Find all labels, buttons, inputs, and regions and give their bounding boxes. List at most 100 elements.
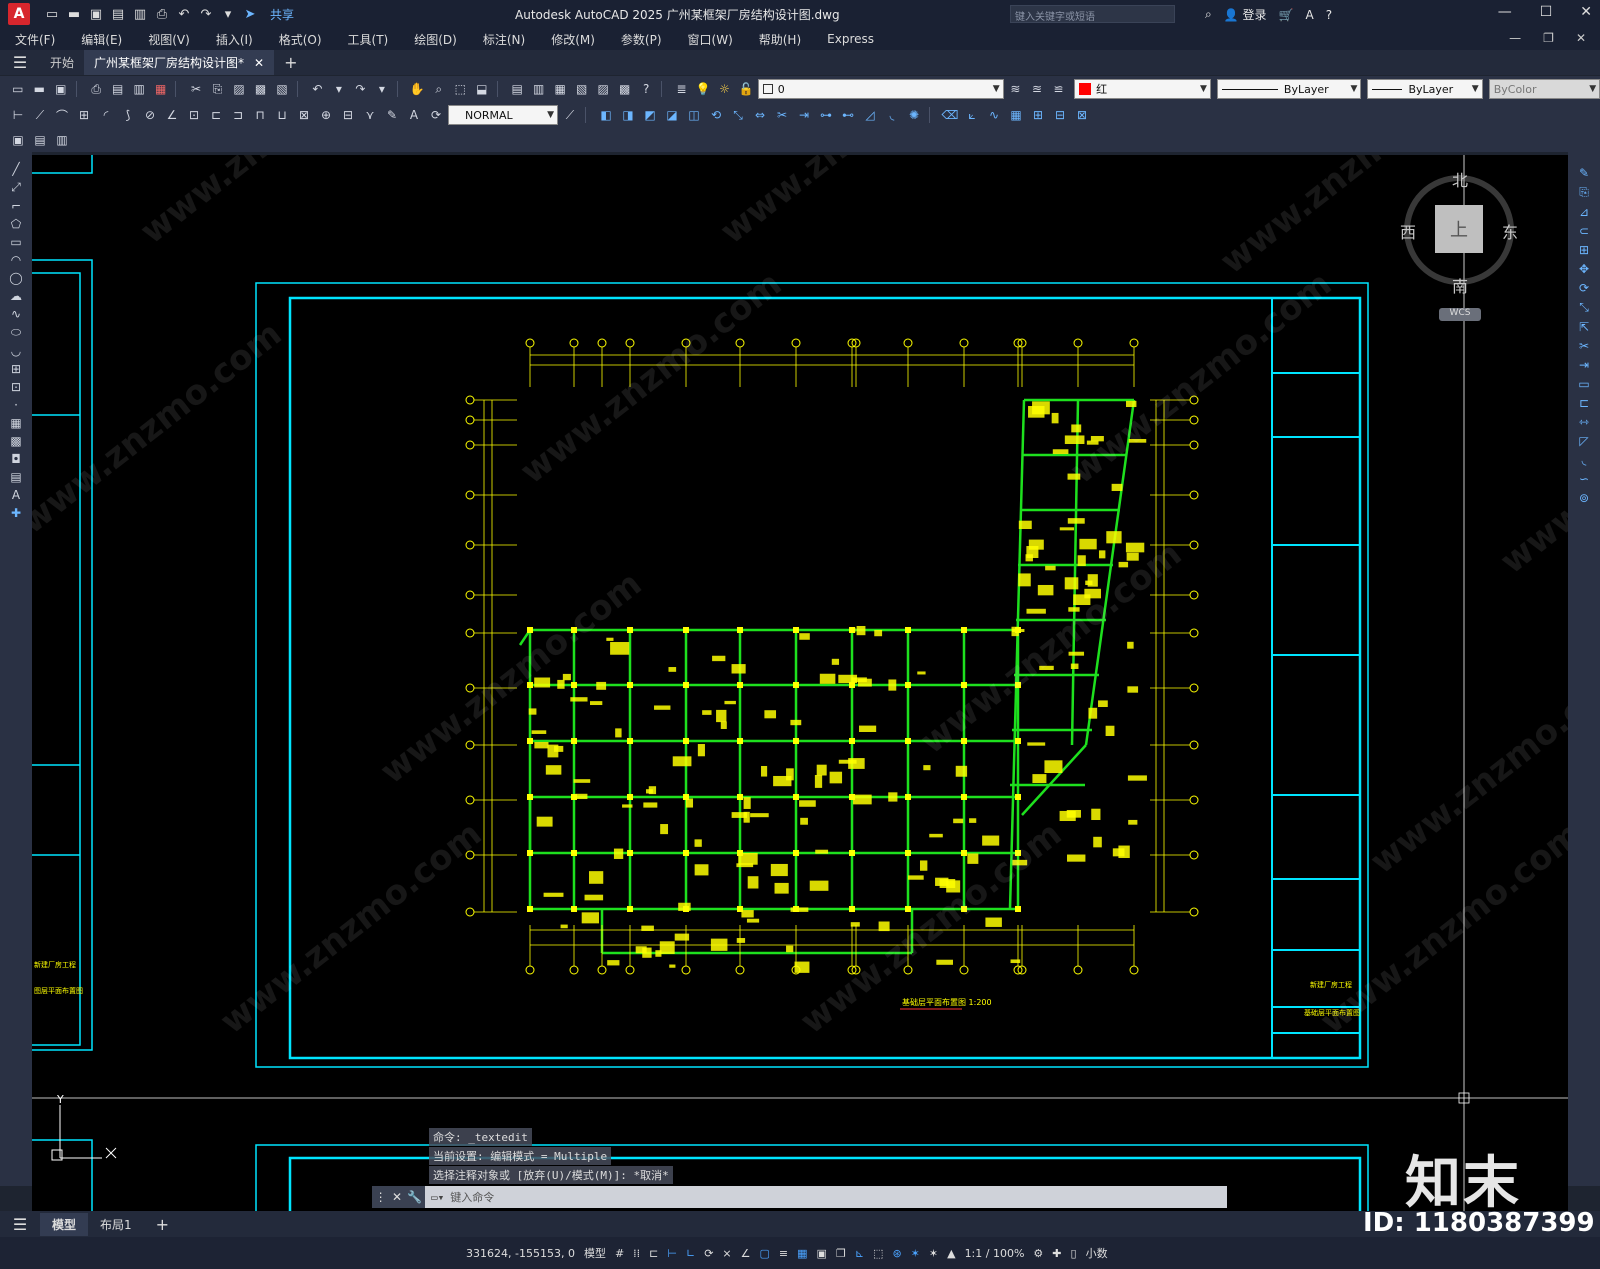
dim-text-edit-icon[interactable]: A xyxy=(404,105,424,125)
chamfer-icon[interactable]: ◸ xyxy=(1579,434,1588,448)
transparency-icon[interactable]: ▦ xyxy=(797,1247,807,1260)
circle-icon[interactable]: ◯ xyxy=(9,271,22,285)
zoom-window-icon[interactable]: ⬚ xyxy=(451,79,471,99)
new-file-icon[interactable]: ▭ xyxy=(44,6,60,22)
save-icon[interactable]: ▣ xyxy=(51,79,71,99)
chamfer-icon[interactable]: ◿ xyxy=(860,105,880,125)
ellipse-arc-icon[interactable]: ◡ xyxy=(11,344,21,358)
rectangle-icon[interactable]: ▭ xyxy=(10,235,21,249)
viewcube-north[interactable]: 北 xyxy=(1452,167,1468,191)
units-icon[interactable]: ▯ xyxy=(1071,1247,1077,1260)
redo-icon[interactable]: ↷ xyxy=(351,79,371,99)
save-as-icon[interactable]: ▤ xyxy=(110,6,126,22)
match-prop-icon[interactable]: ▩ xyxy=(251,79,271,99)
new-tab-button[interactable]: + xyxy=(274,53,307,72)
jogged-linear-icon[interactable]: ⋎ xyxy=(360,105,380,125)
layer-dropdown[interactable]: 0 ▼ xyxy=(757,79,1004,99)
auto-scale-icon[interactable]: ✶ xyxy=(929,1247,938,1260)
polyline-icon[interactable]: ⌐ xyxy=(11,199,21,213)
layer-freeze-icon[interactable]: ☼ xyxy=(715,79,735,99)
aligned-dim-icon[interactable]: ⟋ xyxy=(30,105,50,125)
trim-icon[interactable]: ✂ xyxy=(1579,339,1589,353)
save-icon[interactable]: ▣ xyxy=(88,6,104,22)
trim-icon[interactable]: ✂ xyxy=(772,105,792,125)
dynamic-input-icon[interactable]: ⊢ xyxy=(667,1247,677,1260)
redo-icon[interactable]: ↷ xyxy=(198,6,214,22)
color-dropdown[interactable]: 红 ▼ xyxy=(1074,79,1211,99)
arc-length-icon[interactable]: ⌒ xyxy=(52,105,72,125)
menu-format[interactable]: 格式(O) xyxy=(266,31,335,48)
annotation-scale-icon[interactable]: ▲ xyxy=(947,1247,955,1260)
login-button[interactable]: 👤 登录 xyxy=(1224,6,1267,23)
make-block-icon[interactable]: ⊡ xyxy=(11,380,21,394)
mtext-icon[interactable]: A xyxy=(12,488,20,502)
join-icon[interactable]: ⊷ xyxy=(838,105,858,125)
customize-qat-icon[interactable]: ▾ xyxy=(220,6,236,22)
menu-insert[interactable]: 插入(I) xyxy=(203,31,266,48)
line-icon[interactable]: ╱ xyxy=(12,162,19,176)
hatch-icon[interactable]: ▦ xyxy=(10,416,21,430)
menu-tools[interactable]: 工具(T) xyxy=(335,31,402,48)
markup-icon[interactable]: ▨ xyxy=(593,79,613,99)
array-icon[interactable]: ⊞ xyxy=(1579,243,1589,257)
polygon-icon[interactable]: ⬠ xyxy=(11,217,21,231)
layer-walk-icon[interactable]: ▥ xyxy=(52,130,72,150)
maximize-icon[interactable]: ☐ xyxy=(1540,4,1553,20)
close-icon[interactable]: ✕ xyxy=(1580,4,1592,20)
scale-icon[interactable]: ⤡ xyxy=(728,105,748,125)
ordinate-icon[interactable]: ⊞ xyxy=(74,105,94,125)
plot-icon[interactable]: ⎙ xyxy=(154,6,170,22)
command-grip[interactable]: ⋮ ✕ 🔧 xyxy=(372,1186,425,1208)
block-edit-icon[interactable]: ⊟ xyxy=(1050,105,1070,125)
annotation-monitor-icon[interactable]: ✚ xyxy=(1052,1247,1061,1260)
polar-icon[interactable]: ⟳ xyxy=(704,1247,713,1260)
paste-icon[interactable]: ▨ xyxy=(229,79,249,99)
explode-icon[interactable]: ✺ xyxy=(904,105,924,125)
wcs-menu[interactable]: WCS xyxy=(1439,308,1481,321)
infer-icon[interactable]: ⊏ xyxy=(649,1247,658,1260)
offset-icon[interactable]: ◪ xyxy=(662,105,682,125)
erase-icon[interactable]: ⌫ xyxy=(940,105,960,125)
mirror-icon[interactable]: ⊿ xyxy=(1579,205,1589,219)
copy-icon[interactable]: ⎘ xyxy=(1579,185,1589,200)
cut-icon[interactable]: ✂ xyxy=(186,79,206,99)
ortho-icon[interactable]: ∟ xyxy=(686,1247,695,1260)
viewcube-east[interactable]: 东 xyxy=(1502,219,1518,243)
menu-draw[interactable]: 绘图(D) xyxy=(401,31,470,48)
linear-dim-icon[interactable]: ⊢ xyxy=(8,105,28,125)
design-center-icon[interactable]: ▥ xyxy=(529,79,549,99)
add-layout-button[interactable]: + xyxy=(144,1212,181,1237)
pan-icon[interactable]: ✋ xyxy=(408,79,428,99)
break-point-icon[interactable]: ▭ xyxy=(1578,377,1589,391)
dimstyle-manager-icon[interactable]: ⟋ xyxy=(560,105,580,125)
search-icon[interactable]: ⌕ xyxy=(1205,7,1212,22)
pdf-icon[interactable]: ▦ xyxy=(151,79,171,99)
radius-icon[interactable]: ◜ xyxy=(96,105,116,125)
customize-icon[interactable]: 🔧 xyxy=(407,1190,422,1204)
open-file-icon[interactable]: ▬ xyxy=(66,6,82,22)
menu-file[interactable]: 文件(F) xyxy=(2,31,68,48)
lineweight-icon[interactable]: ≡ xyxy=(779,1247,788,1260)
scale-icon[interactable]: ⤡ xyxy=(1579,300,1589,315)
attribute-edit-icon[interactable]: ⊞ xyxy=(1028,105,1048,125)
menu-dimension[interactable]: 标注(N) xyxy=(470,31,538,48)
angular-icon[interactable]: ∠ xyxy=(162,105,182,125)
ellipse-icon[interactable]: ⬭ xyxy=(11,325,21,340)
help-icon[interactable]: ? xyxy=(636,79,656,99)
layer-on-icon[interactable]: 💡 xyxy=(693,79,713,99)
jogged-icon[interactable]: ⟆ xyxy=(118,105,138,125)
units-value[interactable]: 小数 xyxy=(1086,1245,1108,1261)
revcloud-icon[interactable]: ☁ xyxy=(10,289,22,303)
layer-manager-icon[interactable]: ≣ xyxy=(672,79,692,99)
snap-icon[interactable]: ⁞⁞ xyxy=(633,1247,640,1260)
doc-restore-icon[interactable]: ❐ xyxy=(1543,31,1554,45)
inspect-icon[interactable]: ⊟ xyxy=(338,105,358,125)
undo-icon[interactable]: ↶ xyxy=(308,79,328,99)
annotation-visibility-icon[interactable]: ✶ xyxy=(911,1247,920,1260)
properties-icon[interactable]: ▤ xyxy=(507,79,527,99)
preview-icon[interactable]: ▤ xyxy=(108,79,128,99)
model-space-button[interactable]: 模型 xyxy=(584,1245,606,1261)
layer-previous-icon[interactable]: ≊ xyxy=(1027,79,1047,99)
dim-update-icon[interactable]: ⟳ xyxy=(426,105,446,125)
redo-dropdown-icon[interactable]: ▾ xyxy=(372,79,392,99)
